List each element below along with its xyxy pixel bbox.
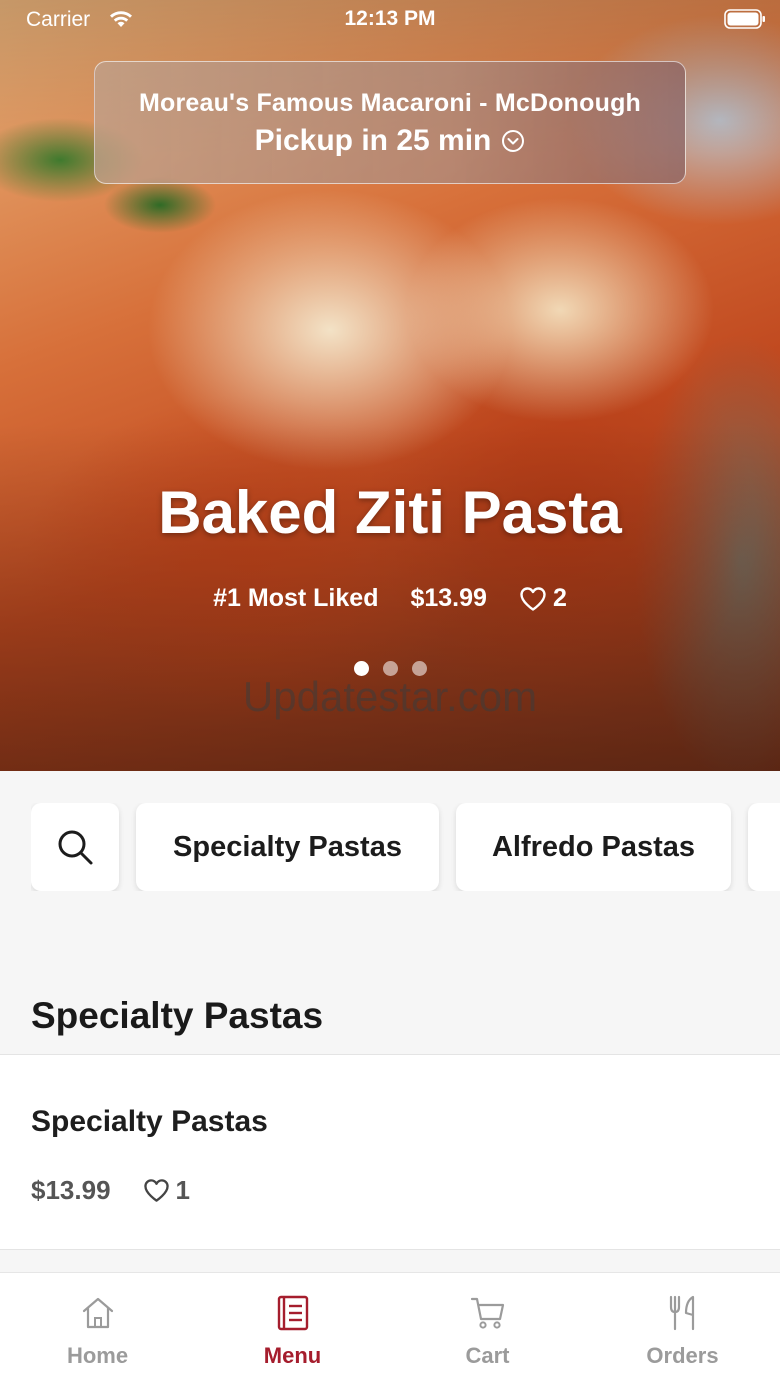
category-chip-more[interactable] xyxy=(748,803,780,891)
item-name: Specialty Pastas xyxy=(31,1105,268,1138)
tab-home[interactable]: Home xyxy=(0,1273,195,1387)
category-chips: Specialty Pastas Alfredo Pastas xyxy=(31,803,780,891)
chevron-down-circle-icon xyxy=(502,130,525,152)
tab-bar: Home Menu Cart Orders xyxy=(0,1272,780,1387)
featured-likes[interactable]: 2 xyxy=(519,584,567,613)
tab-cart-label: Cart xyxy=(465,1343,510,1368)
battery-icon xyxy=(724,9,765,29)
tab-orders[interactable]: Orders xyxy=(585,1273,780,1387)
tab-cart[interactable]: Cart xyxy=(390,1273,585,1387)
cart-icon xyxy=(470,1297,504,1329)
store-name: Moreau's Famous Macaroni - McDonough xyxy=(138,89,642,117)
item-meta: $13.99 1 xyxy=(31,1175,190,1206)
tab-menu[interactable]: Menu xyxy=(195,1273,390,1387)
pickup-time-selector[interactable]: Pickup in 25 min xyxy=(95,124,685,158)
tab-menu-label: Menu xyxy=(263,1343,322,1368)
item-likes-count: 1 xyxy=(175,1175,190,1205)
featured-likes-count: 2 xyxy=(552,584,567,612)
category-chip-alfredo-pastas[interactable]: Alfredo Pastas xyxy=(456,803,731,891)
watermark: Updatestar.com xyxy=(242,673,538,720)
menu-icon xyxy=(277,1295,308,1331)
carousel-page-indicator[interactable] xyxy=(0,661,780,676)
search-button[interactable] xyxy=(31,803,119,891)
search-icon xyxy=(58,830,93,865)
heart-icon xyxy=(143,1179,169,1202)
featured-title: Baked Ziti Pasta xyxy=(158,479,622,546)
page-dot[interactable] xyxy=(382,661,398,676)
status-time: 12:13 PM xyxy=(344,7,436,30)
pickup-time: Pickup in 25 min xyxy=(254,124,492,157)
home-icon xyxy=(82,1297,113,1329)
section-title: Specialty Pastas xyxy=(31,995,324,1036)
page-dot[interactable] xyxy=(353,661,369,676)
featured-meta: #1 Most Liked $13.99 2 xyxy=(0,584,780,613)
tab-orders-label: Orders xyxy=(646,1343,719,1368)
menu-item-card[interactable]: Specialty Pastas $13.99 1 xyxy=(0,1054,780,1250)
page-dot[interactable] xyxy=(411,661,427,676)
featured-tag: #1 Most Liked xyxy=(213,584,379,612)
category-chip-specialty-pastas[interactable]: Specialty Pastas xyxy=(136,803,439,891)
store-pickup-banner[interactable]: Moreau's Famous Macaroni - McDonough Pic… xyxy=(94,61,686,184)
status-bar: Carrier 12:13 PM xyxy=(0,0,780,40)
heart-icon xyxy=(520,586,546,611)
utensils-icon xyxy=(669,1295,694,1331)
item-likes[interactable]: 1 xyxy=(143,1175,190,1206)
featured-hero[interactable]: Carrier 12:13 PM Moreau's Famous Macaron… xyxy=(0,0,780,771)
item-price: $13.99 xyxy=(31,1175,111,1205)
featured-price: $13.99 xyxy=(410,584,487,612)
tab-home-label: Home xyxy=(66,1343,129,1368)
